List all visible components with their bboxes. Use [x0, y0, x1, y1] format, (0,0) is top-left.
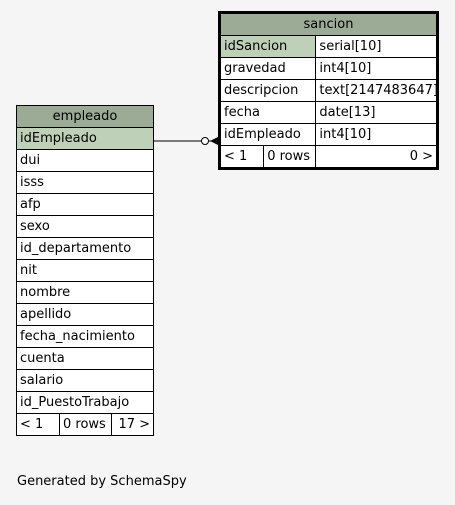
crow-foot-marker — [210, 137, 218, 145]
parents-count: < 1 — [218, 145, 265, 169]
column-idEmpleado[interactable]: idEmpleado — [15, 127, 155, 150]
optional-circle-marker — [201, 137, 209, 145]
column-row[interactable]: nit — [15, 259, 155, 282]
column-row[interactable]: id_PuestoTrabajo — [15, 391, 155, 414]
children-count: 17 > — [110, 413, 155, 436]
column-row[interactable]: isss — [15, 171, 155, 194]
column-type: date[13] — [315, 101, 438, 124]
column-name[interactable]: fecha — [218, 101, 317, 124]
column-row[interactable]: apellido — [15, 303, 155, 326]
column-row[interactable]: afp — [15, 193, 155, 216]
column-name[interactable]: descripcion — [218, 79, 317, 102]
row-count: 0 rows — [59, 413, 112, 436]
row-count: 0 rows — [263, 145, 317, 169]
column-name[interactable]: idEmpleado — [218, 123, 317, 146]
column-type: int4[10] — [315, 123, 438, 146]
column-row[interactable]: sexo — [15, 215, 155, 238]
children-count: 0 > — [315, 145, 438, 169]
column-row[interactable]: dui — [15, 149, 155, 172]
table-sancion-title: sancion — [219, 12, 438, 36]
column-type: int4[10] — [315, 57, 438, 80]
column-type: text[2147483647] — [315, 79, 438, 102]
column-row[interactable]: salario — [15, 369, 155, 392]
parents-count: < 1 — [16, 413, 60, 436]
column-name[interactable]: idSancion — [218, 35, 317, 58]
table-sancion[interactable]: sancion idSancion serial[10] gravedad in… — [218, 11, 439, 170]
column-row[interactable]: fecha_nacimiento — [15, 325, 155, 348]
column-type: serial[10] — [315, 35, 438, 58]
column-row[interactable]: nombre — [15, 281, 155, 304]
table-empleado-title: empleado — [15, 105, 155, 128]
column-name[interactable]: gravedad — [218, 57, 317, 80]
table-empleado[interactable]: empleado idEmpleado dui isss afp sexo id… — [15, 105, 155, 436]
generated-by-text: Generated by SchemaSpy — [17, 474, 187, 489]
column-row[interactable]: id_departamento — [15, 237, 155, 260]
column-row[interactable]: cuenta — [15, 347, 155, 370]
